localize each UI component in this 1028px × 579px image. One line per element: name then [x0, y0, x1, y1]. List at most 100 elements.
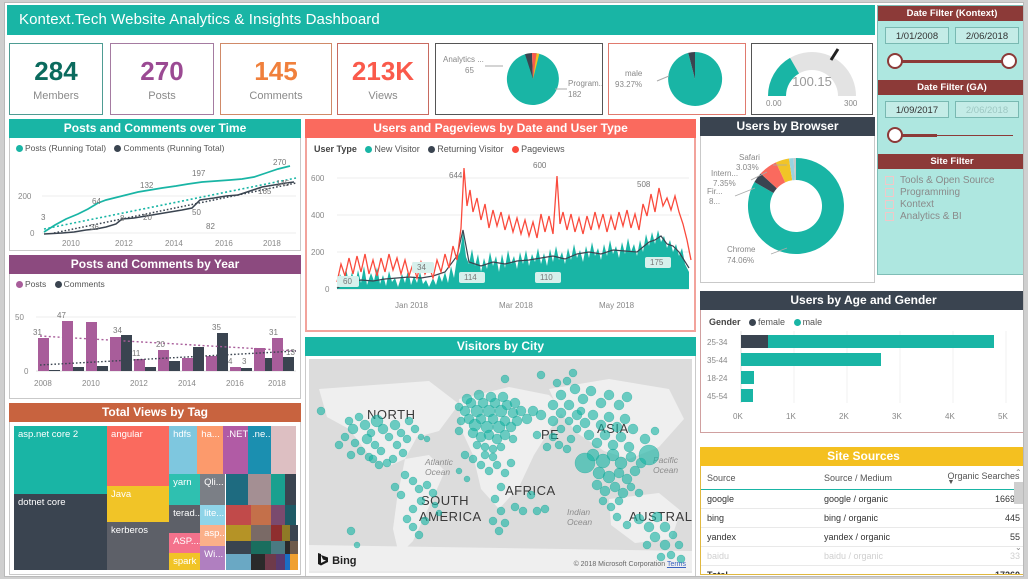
users-by-age-gender-panel[interactable]: Users by Age and Gender Gender female ma…: [700, 291, 1024, 433]
table-scrollbar[interactable]: ⌃ ⌄: [1013, 468, 1024, 552]
total-label: Total: [701, 566, 818, 576]
column-header-source-medium[interactable]: Source / Medium: [818, 466, 942, 490]
kpi-card-members[interactable]: 284 Members: [9, 43, 103, 115]
treemap-tile[interactable]: [251, 554, 265, 570]
treemap-tile[interactable]: [271, 474, 285, 506]
table-row[interactable]: google google / organic 16698: [701, 490, 1024, 509]
svg-text:34: 34: [113, 326, 122, 335]
treemap-tile[interactable]: [271, 505, 285, 525]
site-sources-table[interactable]: Source Source / Medium Organic Searches …: [701, 466, 1024, 575]
svg-text:18-24: 18-24: [707, 374, 728, 383]
treemap-tile[interactable]: ha...: [197, 426, 222, 474]
posts-comments-by-year-panel[interactable]: Posts and Comments by Year Posts Comment…: [9, 255, 301, 399]
checkbox-icon[interactable]: [885, 176, 894, 185]
svg-text:20: 20: [156, 340, 165, 349]
treemap-tile[interactable]: [251, 541, 271, 554]
treemap-tile[interactable]: [251, 525, 271, 541]
treemap-tile[interactable]: [285, 474, 296, 506]
treemap-tile[interactable]: asp.net core 2: [14, 426, 107, 494]
scrollbar-thumb[interactable]: [1014, 482, 1023, 504]
legend-dot-icon: [16, 145, 23, 152]
treemap-tile[interactable]: ASP....: [169, 533, 200, 553]
scroll-down-icon[interactable]: ⌄: [1015, 543, 1022, 552]
column-header-organic-searches[interactable]: Organic Searches ▼: [942, 466, 1025, 490]
treemap-tile[interactable]: [248, 474, 271, 506]
checkbox-icon[interactable]: [885, 188, 894, 197]
treemap-tile[interactable]: [226, 541, 251, 554]
kontext-end-date-input[interactable]: 2/06/2018: [955, 27, 1019, 44]
treemap-tile[interactable]: [276, 554, 284, 570]
treemap-tile[interactable]: lite...: [200, 505, 225, 525]
kontext-slider-right-handle[interactable]: [1001, 53, 1017, 69]
svg-text:0: 0: [30, 229, 35, 238]
map-terms-link[interactable]: Terms: [667, 561, 686, 568]
treemap-tile[interactable]: [226, 554, 251, 570]
treemap-tile[interactable]: [226, 525, 251, 541]
ga-end-date-input[interactable]: 2/06/2018: [955, 101, 1019, 118]
donut-value-safari: 3.03%: [736, 163, 759, 172]
treemap-tile[interactable]: .ne...: [248, 426, 271, 474]
treemap-tile[interactable]: kerberos: [107, 522, 169, 570]
treemap-tile[interactable]: Wi...: [200, 546, 225, 570]
treemap-tile[interactable]: spark: [169, 553, 200, 570]
category-pie-card[interactable]: Analytics ... 65 Program... 182: [435, 43, 603, 115]
treemap-tile[interactable]: Qli...: [200, 474, 225, 506]
visitors-by-city-panel[interactable]: Visitors by City NORTH SOUTH AMERICA AFR…: [305, 337, 696, 577]
table-row[interactable]: yandex yandex / organic 55: [701, 528, 1024, 547]
users-by-browser-panel[interactable]: Users by Browser: [700, 117, 875, 283]
treemap-tile[interactable]: [251, 505, 271, 525]
treemap-tile[interactable]: hdfs: [169, 426, 197, 474]
treemap-tile[interactable]: [265, 554, 276, 570]
posts-comments-over-time-panel[interactable]: Posts and Comments over Time Posts (Runn…: [9, 119, 301, 251]
treemap-tile[interactable]: yarn: [169, 474, 200, 506]
treemap-tile[interactable]: [226, 474, 249, 506]
table-row[interactable]: baidu baidu / organic 33: [701, 547, 1024, 566]
treemap-tile[interactable]: [290, 554, 298, 570]
svg-text:50: 50: [15, 313, 24, 322]
kpi-label: Posts: [148, 90, 176, 102]
site-filter-option-kontext[interactable]: Kontext: [885, 199, 1019, 210]
treemap-tile[interactable]: Java: [107, 486, 169, 522]
table-row[interactable]: bing bing / organic 445: [701, 509, 1024, 528]
kontext-slider-left-handle[interactable]: [887, 53, 903, 69]
ga-date-slider[interactable]: [885, 124, 1019, 146]
treemap-tile[interactable]: [285, 505, 296, 525]
treemap-tile[interactable]: angular: [107, 426, 169, 486]
kontext-start-date-input[interactable]: 1/01/2008: [885, 27, 949, 44]
column-header-source[interactable]: Source: [701, 466, 818, 490]
svg-text:200: 200: [311, 248, 325, 257]
treemap-tile[interactable]: [271, 541, 285, 554]
panel-title: Posts and Comments by Year: [9, 255, 301, 274]
scroll-up-icon[interactable]: ⌃: [1015, 468, 1022, 477]
ga-slider-left-handle[interactable]: [887, 127, 903, 143]
map-canvas[interactable]: NORTH SOUTH AMERICA AFRICA ASIA AUSTRAL …: [309, 359, 692, 573]
site-filter-option-tools[interactable]: Tools & Open Source: [885, 175, 1019, 186]
treemap-tile[interactable]: terad...: [169, 505, 200, 532]
users-pageviews-panel[interactable]: Users and Pageviews by Date and User Typ…: [305, 119, 696, 332]
treemap-tile[interactable]: asp...: [200, 525, 225, 545]
treemap-tile[interactable]: [271, 525, 282, 541]
total-views-by-tag-panel[interactable]: Total Views by Tag asp.net core 2 dotnet…: [9, 403, 301, 575]
site-sources-panel[interactable]: Site Sources Source Source / Medium Orga…: [700, 447, 1024, 575]
treemap-tile[interactable]: [290, 525, 298, 541]
svg-text:35-44: 35-44: [707, 356, 728, 365]
checkbox-icon[interactable]: [885, 212, 894, 221]
treemap-tile[interactable]: .NET: [223, 426, 248, 474]
checkbox-icon[interactable]: [885, 200, 894, 209]
kpi-card-posts[interactable]: 270 Posts: [110, 43, 214, 115]
treemap-tile[interactable]: dotnet core: [14, 494, 107, 570]
treemap-tile[interactable]: [282, 525, 290, 541]
kpi-card-views[interactable]: 213K Views: [337, 43, 429, 115]
kontext-date-slider[interactable]: [885, 50, 1019, 72]
gender-pie-card[interactable]: male 93.27%: [608, 43, 746, 115]
treemap-tile[interactable]: [271, 426, 296, 474]
kpi-card-comments[interactable]: 145 Comments: [220, 43, 332, 115]
total-spacer: [818, 566, 942, 576]
site-filter-option-analytics[interactable]: Analytics & BI: [885, 211, 1019, 222]
ga-start-date-input[interactable]: 1/09/2017: [885, 101, 949, 118]
sort-descending-icon[interactable]: ▼: [948, 481, 1021, 485]
treemap-tile[interactable]: [290, 541, 298, 554]
site-filter-option-programming[interactable]: Programming: [885, 187, 1019, 198]
gauge-card[interactable]: 100.15 0.00 300: [751, 43, 873, 115]
treemap-tile[interactable]: [226, 505, 251, 525]
